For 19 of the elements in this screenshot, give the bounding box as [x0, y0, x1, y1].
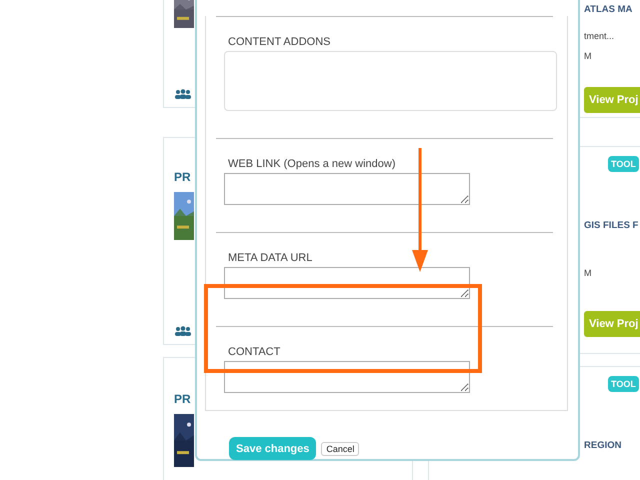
project-title: REGION	[584, 440, 622, 451]
text-area[interactable]	[224, 173, 470, 205]
field-label: CONTENT ADDONS	[228, 36, 332, 48]
field-label: WEB LINK (Opens a new window)	[228, 158, 397, 170]
field-label: CONTACT	[228, 346, 282, 358]
project-detail: tment...	[584, 31, 614, 41]
project-title: GIS FILES F	[584, 220, 638, 231]
view-project-button[interactable]: View Proj	[584, 87, 640, 113]
view-project-button[interactable]: View Proj	[584, 311, 640, 337]
project-detail: M	[584, 268, 592, 278]
field-label: META DATA URL	[228, 252, 314, 264]
project-title: PR	[174, 392, 192, 406]
category-badge: TOOL	[608, 156, 639, 172]
category-badge: TOOL	[608, 376, 639, 392]
project-title: PR	[174, 170, 192, 184]
project-title: ATLAS MA	[584, 4, 632, 15]
cancel-button[interactable]: Cancel	[321, 442, 360, 456]
project-detail: M	[584, 51, 592, 61]
save-button[interactable]: Save changes	[229, 437, 316, 460]
